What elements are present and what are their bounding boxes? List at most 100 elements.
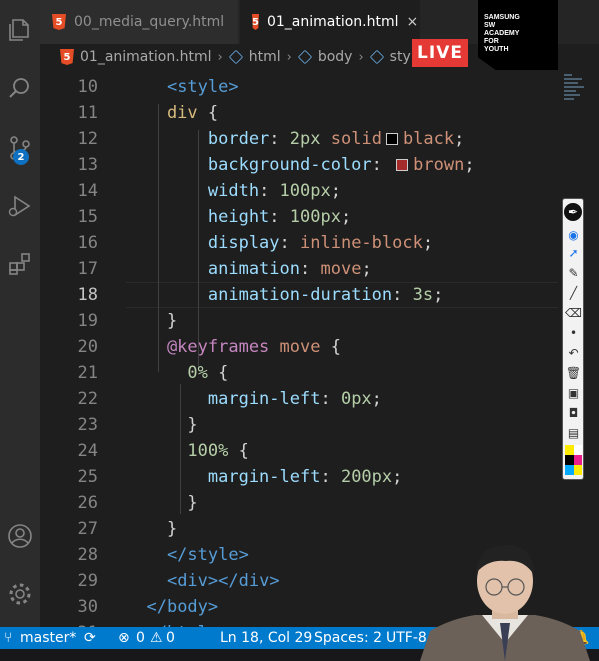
chevron-right-icon: › <box>286 49 292 65</box>
pencil-icon[interactable]: ✎ <box>565 265 582 280</box>
code-line[interactable]: 18 animation-duration: 3s; <box>40 282 558 308</box>
code-line[interactable]: 10 <style> <box>40 74 558 100</box>
color-swatch <box>396 159 409 171</box>
code-line[interactable]: 24 100% { <box>40 438 558 464</box>
sync-icon[interactable]: ⟳ <box>84 627 96 649</box>
code-line[interactable]: 11 div { <box>40 100 558 126</box>
undo-icon[interactable]: ↶ <box>565 345 582 360</box>
code-line[interactable]: 26 } <box>40 490 558 516</box>
code-text: border: 2px solid black; <box>126 126 465 152</box>
code-line[interactable]: 20 @keyframes move { <box>40 334 558 360</box>
account-icon[interactable] <box>0 516 40 556</box>
branch-icon: ⑂ <box>4 630 13 646</box>
code-text: } <box>126 516 177 542</box>
code-text: } <box>126 412 197 438</box>
extensions-icon[interactable] <box>0 244 40 284</box>
code-token: move <box>320 259 362 279</box>
code-token: div <box>126 103 198 123</box>
tab-animation[interactable]: 5 01_animation.html × <box>240 0 420 44</box>
line-number: 22 <box>77 389 98 409</box>
eraser-icon[interactable]: ⌫ <box>565 305 582 320</box>
breadcrumb-body[interactable]: body <box>318 49 353 65</box>
run-debug-icon[interactable] <box>0 186 40 226</box>
breadcrumb-file[interactable]: 01_animation.html <box>80 49 212 65</box>
element-cube-icon <box>297 49 312 65</box>
code-line[interactable]: 19 } <box>40 308 558 334</box>
minimap-line <box>564 82 578 84</box>
code-token: > <box>269 571 280 591</box>
code-token: < <box>126 77 178 97</box>
line-tool-icon[interactable]: ╱ <box>565 285 582 300</box>
code-token: ; <box>371 389 382 409</box>
trash-icon[interactable]: 🗑 <box>565 365 582 380</box>
code-token: : <box>269 129 290 149</box>
code-token: : <box>320 389 341 409</box>
logo-line: SW <box>484 22 496 29</box>
code-line[interactable]: 22 margin-left: 0px; <box>40 386 558 412</box>
samsung-sw-academy-logo: SAMSUNG SW ACADEMY FOR YOUTH <box>478 0 558 70</box>
code-token: background-color <box>126 155 372 175</box>
code-token: div <box>177 571 208 591</box>
code-token: 0% <box>126 363 208 383</box>
html-file-icon: 5 <box>60 49 74 65</box>
code-token: : <box>259 181 280 201</box>
code-line[interactable]: 21 0% { <box>40 360 558 386</box>
breadcrumb-html[interactable]: html <box>249 49 281 65</box>
code-text: display: inline-block; <box>126 230 433 256</box>
pen-nib-icon[interactable]: ✒ <box>564 203 582 221</box>
indentation[interactable]: Spaces: 2 <box>314 627 382 649</box>
code-text: animation-duration: 3s; <box>126 282 443 308</box>
line-number: 31 <box>40 620 98 627</box>
code-line[interactable]: 16 display: inline-block; <box>40 230 558 256</box>
code-line[interactable]: 23 } <box>40 412 558 438</box>
code-line[interactable]: 25 margin-left: 200px; <box>40 464 558 490</box>
line-number: 11 <box>77 103 98 123</box>
live-badge: LIVE <box>412 39 468 67</box>
screen-icon[interactable]: ▣ <box>565 385 582 400</box>
logo-line: FOR <box>484 38 499 45</box>
code-token: style <box>177 77 229 97</box>
code-token: solid <box>330 129 382 149</box>
git-branch[interactable]: master* <box>20 627 76 649</box>
pointer-icon[interactable]: ➚ <box>565 245 582 260</box>
code-text: </body> <box>126 594 218 620</box>
search-icon[interactable] <box>0 68 40 108</box>
dot-icon[interactable]: • <box>565 325 582 340</box>
code-line[interactable]: 14 width: 100px; <box>40 178 558 204</box>
settings-gear-icon[interactable] <box>0 574 40 614</box>
code-token: : <box>279 233 301 253</box>
code-token: ; <box>392 467 403 487</box>
code-token: ; <box>340 207 352 227</box>
code-token: : <box>320 467 341 487</box>
code-line[interactable]: 27 } <box>40 516 558 542</box>
logo-line: SAMSUNG <box>484 14 520 21</box>
line-number: 19 <box>77 311 98 331</box>
code-token: 100px <box>279 181 331 201</box>
code-token: { <box>197 103 219 123</box>
code-token: inline-block <box>300 233 423 253</box>
code-token: 2px <box>289 129 321 149</box>
explorer-icon[interactable] <box>0 10 40 50</box>
code-token: > <box>228 77 239 97</box>
code-token: border <box>126 129 270 149</box>
color-palette[interactable] <box>565 445 582 475</box>
warning-count[interactable]: 0 <box>166 627 175 649</box>
code-line[interactable]: 17 animation: move; <box>40 256 558 282</box>
code-token: { <box>207 363 229 383</box>
camera-icon[interactable]: ◘ <box>565 405 582 420</box>
document-icon[interactable]: ▤ <box>565 425 582 440</box>
error-count[interactable]: 0 <box>136 627 145 649</box>
code-text: <div></div> <box>126 568 280 594</box>
line-number: 12 <box>77 129 98 149</box>
code-line[interactable]: 13 background-color: brown; <box>40 152 558 178</box>
code-text: animation: move; <box>126 256 372 282</box>
code-line[interactable]: 12 border: 2px solid black; <box>40 126 558 152</box>
code-text: 0% { <box>126 360 228 386</box>
code-line[interactable]: 15 height: 100px; <box>40 204 558 230</box>
activity-bar: 2 <box>0 0 40 627</box>
cursor-position[interactable]: Ln 18, Col 29 <box>220 627 312 649</box>
tab-media-query[interactable]: 5 00_media_query.html <box>40 0 238 44</box>
eye-icon[interactable]: ◉ <box>565 227 582 242</box>
logo-line: YOUTH <box>484 46 509 53</box>
close-tab-icon[interactable]: × <box>407 14 419 30</box>
